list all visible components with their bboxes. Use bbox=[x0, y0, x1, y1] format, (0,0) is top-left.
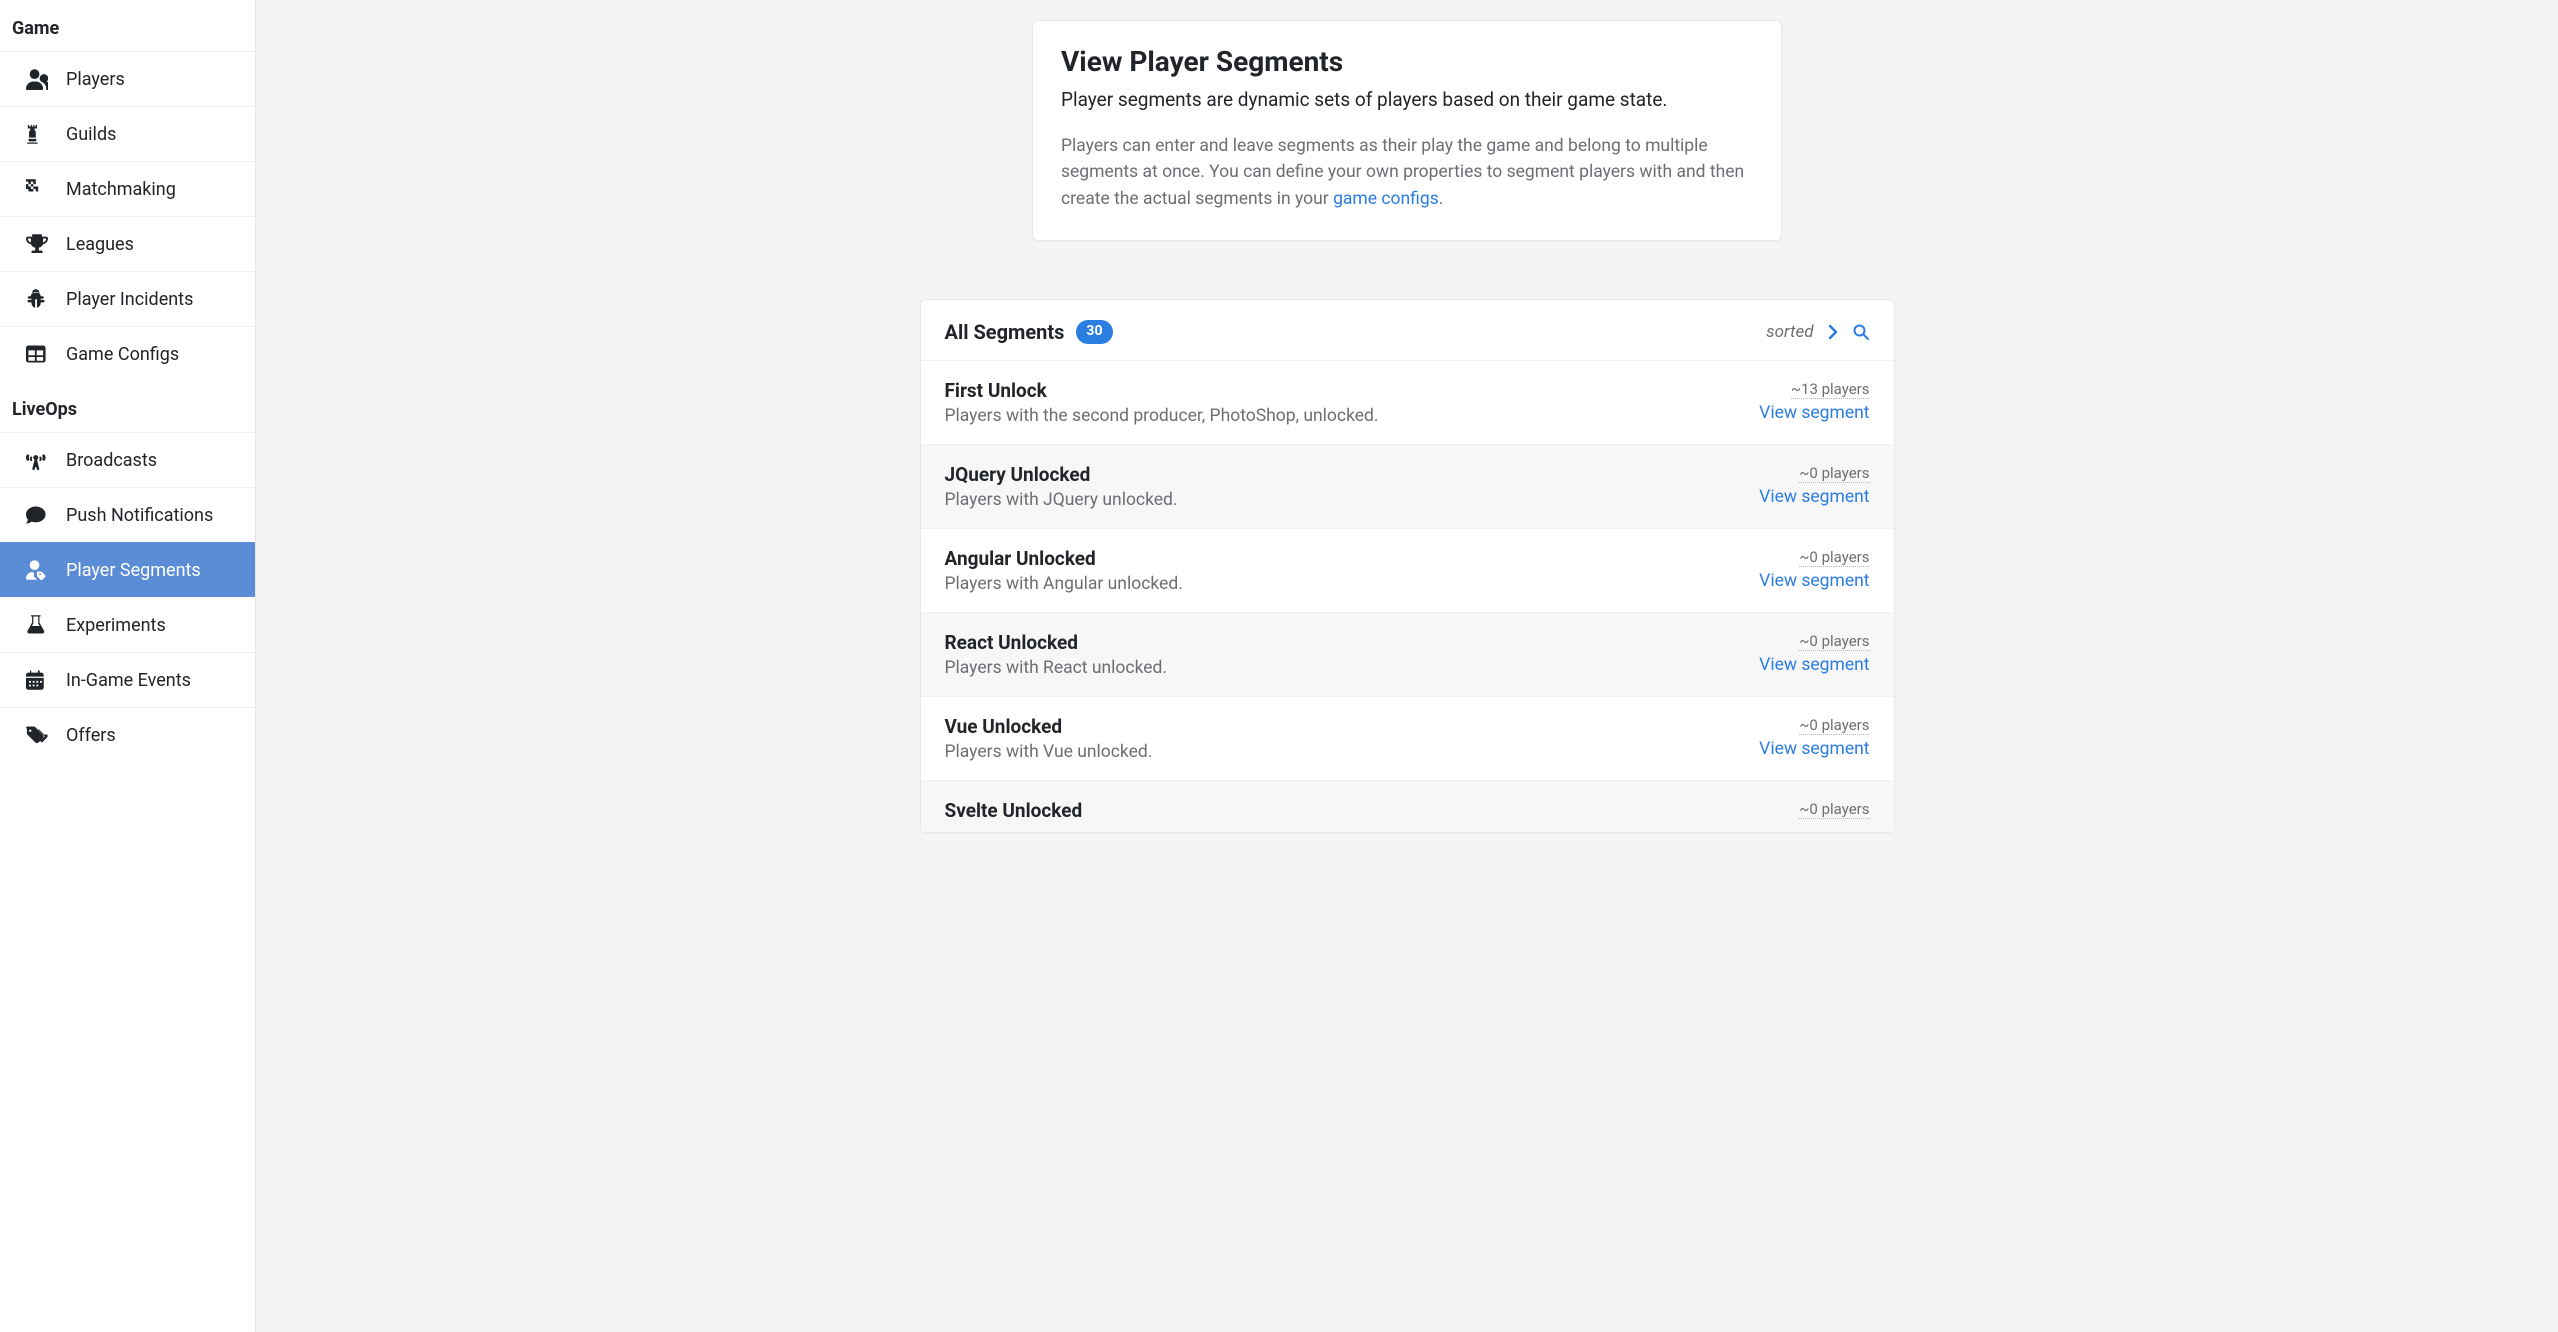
view-segment-link[interactable]: View segment bbox=[1759, 571, 1869, 591]
list-title: All Segments bbox=[945, 320, 1065, 344]
segment-row: Angular Unlocked Players with Angular unl… bbox=[921, 528, 1894, 612]
segment-description: Players with Angular unlocked. bbox=[945, 574, 1760, 594]
sidebar-item-label: Push Notifications bbox=[66, 505, 213, 526]
segment-name: Vue Unlocked bbox=[945, 715, 1760, 738]
segment-info: Svelte Unlocked bbox=[945, 799, 1800, 826]
sorted-label: sorted bbox=[1766, 322, 1813, 342]
segment-row: Svelte Unlocked~0 players bbox=[921, 780, 1894, 832]
segment-info: Vue Unlocked Players with Vue unlocked. bbox=[945, 715, 1760, 762]
game-configs-link[interactable]: game configs bbox=[1333, 189, 1439, 209]
segment-actions: ~0 players View segment bbox=[1759, 463, 1869, 507]
header-card: View Player Segments Player segments are… bbox=[1032, 20, 1782, 241]
broadcast-tower-icon bbox=[26, 449, 48, 471]
segment-info: Angular Unlocked Players with Angular unl… bbox=[945, 547, 1760, 594]
sidebar-item-players[interactable]: Players bbox=[0, 51, 255, 106]
sort-toggle-button[interactable] bbox=[1824, 323, 1842, 341]
list-header-right: sorted bbox=[1766, 322, 1869, 342]
list-header-left: All Segments 30 bbox=[945, 320, 1113, 344]
tags-icon bbox=[26, 724, 48, 746]
segment-row: JQuery Unlocked Players with JQuery unloc… bbox=[921, 444, 1894, 528]
sidebar: Game Players Guilds Matchmaking Leagues Playe… bbox=[0, 0, 256, 1332]
segment-name: Svelte Unlocked bbox=[945, 799, 1800, 822]
page-title: View Player Segments bbox=[1061, 45, 1753, 78]
search-button[interactable] bbox=[1852, 323, 1870, 341]
sidebar-item-experiments[interactable]: Experiments bbox=[0, 597, 255, 652]
comment-icon bbox=[26, 504, 48, 526]
desc-suffix: . bbox=[1439, 189, 1444, 209]
page-lead: Player segments are dynamic sets of play… bbox=[1061, 88, 1753, 111]
sidebar-item-label: Player Incidents bbox=[66, 289, 193, 310]
sidebar-item-label: Broadcasts bbox=[66, 450, 157, 471]
bug-icon bbox=[26, 288, 48, 310]
user-tag-icon bbox=[26, 559, 48, 581]
segment-player-count: ~0 players bbox=[1799, 548, 1869, 567]
segment-actions: ~13 players View segment bbox=[1759, 379, 1869, 423]
page-description: Players can enter and leave segments as … bbox=[1061, 133, 1753, 212]
sidebar-item-broadcasts[interactable]: Broadcasts bbox=[0, 432, 255, 487]
segment-name: React Unlocked bbox=[945, 631, 1760, 654]
view-segment-link[interactable]: View segment bbox=[1759, 739, 1869, 759]
sidebar-item-matchmaking[interactable]: Matchmaking bbox=[0, 161, 255, 216]
search-icon bbox=[1853, 324, 1869, 340]
segment-player-count: ~0 players bbox=[1799, 716, 1869, 735]
segment-info: First Unlock Players with the second prod… bbox=[945, 379, 1760, 426]
segment-description: Players with React unlocked. bbox=[945, 658, 1760, 678]
users-icon bbox=[26, 68, 48, 90]
sidebar-item-guilds[interactable]: Guilds bbox=[0, 106, 255, 161]
segment-name: First Unlock bbox=[945, 379, 1760, 402]
table-icon bbox=[26, 343, 48, 365]
sidebar-item-label: Players bbox=[66, 69, 125, 90]
segment-description: Players with JQuery unlocked. bbox=[945, 490, 1760, 510]
segment-player-count: ~0 players bbox=[1799, 632, 1869, 651]
segment-actions: ~0 players View segment bbox=[1759, 547, 1869, 591]
segment-description: Players with Vue unlocked. bbox=[945, 742, 1760, 762]
chess-board-icon bbox=[26, 178, 48, 200]
sidebar-item-label: In-Game Events bbox=[66, 670, 191, 691]
segments-container: First Unlock Players with the second prod… bbox=[921, 360, 1894, 832]
segment-row: React Unlocked Players with React unlocke… bbox=[921, 612, 1894, 696]
calendar-icon bbox=[26, 669, 48, 691]
list-header: All Segments 30 sorted bbox=[921, 300, 1894, 360]
segment-info: JQuery Unlocked Players with JQuery unloc… bbox=[945, 463, 1760, 510]
sidebar-item-label: Player Segments bbox=[66, 560, 201, 581]
sidebar-item-offers[interactable]: Offers bbox=[0, 707, 255, 762]
segment-description: Players with the second producer, PhotoS… bbox=[945, 406, 1760, 426]
segment-row: Vue UnlockedPlayers with Vue unlocked.~0… bbox=[921, 696, 1894, 780]
segment-row: First Unlock Players with the second prod… bbox=[921, 360, 1894, 444]
sidebar-item-label: Guilds bbox=[66, 124, 116, 145]
sidebar-item-push-notifications[interactable]: Push Notifications bbox=[0, 487, 255, 542]
flask-icon bbox=[26, 614, 48, 636]
sidebar-section-title: LiveOps bbox=[0, 381, 255, 432]
segment-name: Angular Unlocked bbox=[945, 547, 1760, 570]
sidebar-item-label: Experiments bbox=[66, 615, 166, 636]
trophy-icon bbox=[26, 233, 48, 255]
chess-rook-icon bbox=[26, 123, 48, 145]
sidebar-section-title: Game bbox=[0, 0, 255, 51]
chevron-right-icon bbox=[1825, 324, 1841, 340]
segment-actions: ~0 players bbox=[1799, 799, 1869, 823]
sidebar-item-player-incidents[interactable]: Player Incidents bbox=[0, 271, 255, 326]
segment-player-count: ~0 players bbox=[1799, 800, 1869, 819]
sidebar-item-in-game-events[interactable]: In-Game Events bbox=[0, 652, 255, 707]
segment-player-count: ~13 players bbox=[1791, 380, 1870, 399]
segment-actions: ~0 players View segment bbox=[1759, 631, 1869, 675]
view-segment-link[interactable]: View segment bbox=[1759, 487, 1869, 507]
segment-info: React Unlocked Players with React unlocke… bbox=[945, 631, 1760, 678]
main-content: View Player Segments Player segments are… bbox=[256, 0, 2558, 1332]
sidebar-item-player-segments[interactable]: Player Segments bbox=[0, 542, 255, 597]
segment-actions: ~0 players View segment bbox=[1759, 715, 1869, 759]
sidebar-item-game-configs[interactable]: Game Configs bbox=[0, 326, 255, 381]
sidebar-item-label: Leagues bbox=[66, 234, 134, 255]
segments-list-card: All Segments 30 sorted First Unlock Playe… bbox=[920, 299, 1895, 833]
segment-name: JQuery Unlocked bbox=[945, 463, 1760, 486]
view-segment-link[interactable]: View segment bbox=[1759, 403, 1869, 423]
sidebar-item-leagues[interactable]: Leagues bbox=[0, 216, 255, 271]
sidebar-item-label: Offers bbox=[66, 725, 116, 746]
segments-count-badge: 30 bbox=[1076, 320, 1112, 344]
sidebar-item-label: Matchmaking bbox=[66, 179, 176, 200]
sidebar-item-label: Game Configs bbox=[66, 344, 179, 365]
segment-player-count: ~0 players bbox=[1799, 464, 1869, 483]
view-segment-link[interactable]: View segment bbox=[1759, 655, 1869, 675]
